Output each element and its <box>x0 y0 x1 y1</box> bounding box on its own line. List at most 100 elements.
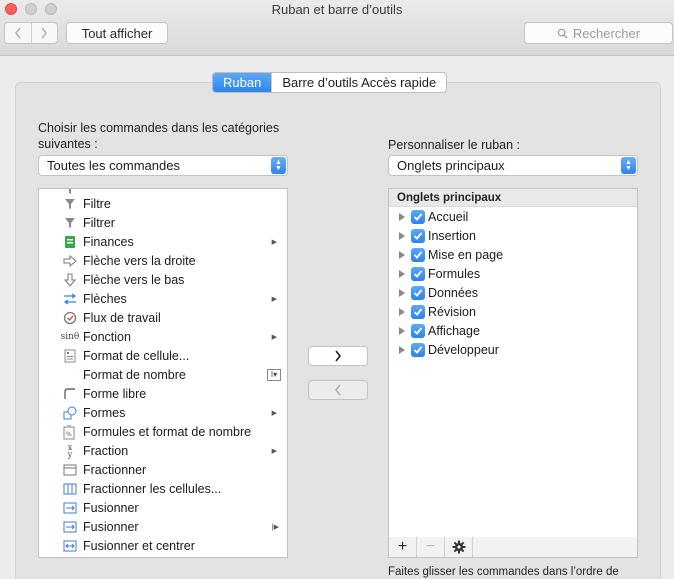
list-item-label: Fusionner <box>83 500 139 515</box>
left-popup-value: Toutes les commandes <box>47 158 180 173</box>
checkbox[interactable] <box>411 267 425 281</box>
search-icon <box>557 28 568 39</box>
list-item-label: Formes <box>83 405 126 420</box>
tree-item-mise-en-page[interactable]: Mise en page <box>389 246 637 265</box>
submenu-arrow-icon: ▶ <box>271 447 277 455</box>
disclosure-triangle-icon[interactable] <box>399 327 405 335</box>
list-item[interactable]: Format de cellule... <box>39 346 287 365</box>
add-tab-button[interactable]: + <box>389 537 417 557</box>
list-item-label: Finances <box>83 234 134 249</box>
shapes-icon <box>62 405 78 421</box>
checkbox[interactable] <box>411 324 425 338</box>
list-item[interactable]: Formes ▶ <box>39 403 287 422</box>
checkbox[interactable] <box>411 229 425 243</box>
tree-header: Onglets principaux <box>389 189 637 207</box>
disclosure-triangle-icon[interactable] <box>399 232 405 240</box>
list-item[interactable]: Flux de travail <box>39 308 287 327</box>
checkbox[interactable] <box>411 305 425 319</box>
list-item[interactable]: Finances ▶ <box>39 232 287 251</box>
checkbox[interactable] <box>411 210 425 224</box>
settings-button[interactable] <box>445 537 473 557</box>
list-item-label: Fusionner et centrer <box>83 538 195 553</box>
list-item[interactable]: Flèches ▶ <box>39 289 287 308</box>
finance-book-icon <box>62 234 78 250</box>
disclosure-triangle-icon[interactable] <box>399 308 405 316</box>
checkmark-icon <box>413 213 423 221</box>
remove-tab-button[interactable]: − <box>417 537 445 557</box>
disclosure-triangle-icon[interactable] <box>399 213 405 221</box>
tree-item-revision[interactable]: Révision <box>389 303 637 322</box>
tab-ruban[interactable]: Ruban <box>213 73 272 92</box>
list-item-label: Flèche vers le bas <box>83 272 185 287</box>
tree-item-label: Formules <box>428 267 481 281</box>
split-icon <box>62 462 78 478</box>
list-item[interactable]: % Formules et format de nombre <box>39 422 287 441</box>
list-item[interactable]: xy Fraction ▶ <box>39 441 287 460</box>
list-item-label: Flux de travail <box>83 310 161 325</box>
tree-item-developpeur[interactable]: Développeur <box>389 341 637 360</box>
list-item[interactable]: Fusionner et centrer <box>39 536 287 555</box>
list-item[interactable]: sinθ Fonction ▶ <box>39 327 287 346</box>
submenu-arrow-icon: |▶ <box>271 523 279 531</box>
list-item[interactable]: Forme libre <box>39 384 287 403</box>
list-item[interactable]: Format de nombre I▾ <box>39 365 287 384</box>
tree-item-donnees[interactable]: Données <box>389 284 637 303</box>
remove-command-button[interactable] <box>308 380 368 400</box>
list-item[interactable]: Fractionner <box>39 460 287 479</box>
submenu-arrow-icon: ▶ <box>271 295 277 303</box>
list-item-label: Filtrer <box>83 215 115 230</box>
popup-arrows-icon: ▲ ▼ <box>271 157 286 174</box>
right-tabs-popup[interactable]: Onglets principaux ▲ ▼ <box>388 155 638 176</box>
forward-button[interactable] <box>30 23 58 43</box>
back-button[interactable] <box>5 23 31 43</box>
checkbox[interactable] <box>411 343 425 357</box>
list-item[interactable]: Filtre <box>39 194 287 213</box>
split-cells-icon <box>62 481 78 497</box>
ribbon-tabs-tree[interactable]: Onglets principaux Accueil Insertion Mis… <box>388 188 638 538</box>
merge-icon <box>62 500 78 516</box>
window-title: Ruban et barre d’outils <box>271 2 403 17</box>
add-command-button[interactable] <box>308 346 368 366</box>
chevron-right-icon <box>41 27 48 39</box>
list-item-label: Flèches <box>83 291 127 306</box>
checkbox[interactable] <box>411 248 425 262</box>
disclosure-triangle-icon[interactable] <box>399 270 405 278</box>
tree-item-formules[interactable]: Formules <box>389 265 637 284</box>
back-forward-control <box>4 22 58 44</box>
disclosure-triangle-icon[interactable] <box>399 289 405 297</box>
show-all-button[interactable]: Tout afficher <box>66 22 168 44</box>
list-item[interactable]: Fractionner les cellules... <box>39 479 287 498</box>
arrows-icon <box>62 291 78 307</box>
search-field[interactable]: Rechercher <box>524 22 673 44</box>
list-item-label: Fusionner <box>83 519 139 534</box>
tree-item-label: Mise en page <box>428 248 504 262</box>
list-item[interactable]: Fusionner |▶ <box>39 517 287 536</box>
tree-item-affichage[interactable]: Affichage <box>389 322 637 341</box>
submenu-arrow-icon: ▶ <box>271 238 277 246</box>
paste-formula-icon: % <box>62 424 78 440</box>
disclosure-triangle-icon[interactable] <box>399 346 405 354</box>
tab-quick-access-toolbar[interactable]: Barre d’outils Accès rapide <box>271 73 446 92</box>
popup-arrows-icon: ▲ ▼ <box>621 157 636 174</box>
list-item-label: Formules et format de nombre <box>83 424 252 439</box>
list-item-label: Filtre <box>83 196 111 211</box>
chevron-left-icon <box>334 384 341 396</box>
merge-icon <box>62 519 78 535</box>
list-item[interactable]: Flèche vers le bas <box>39 270 287 289</box>
tree-item-insertion[interactable]: Insertion <box>389 227 637 246</box>
tree-item-accueil[interactable]: Accueil <box>389 208 637 227</box>
tree-item-label: Révision <box>428 305 476 319</box>
list-item-label: Fractionner <box>83 462 147 477</box>
gear-icon <box>452 540 465 554</box>
disclosure-triangle-icon[interactable] <box>399 251 405 259</box>
commands-list[interactable]: Filtre Filtrer Finances ▶ Flèche vers la… <box>38 188 288 558</box>
checkmark-icon <box>413 346 423 354</box>
list-item[interactable]: Fusionner <box>39 498 287 517</box>
left-category-popup[interactable]: Toutes les commandes ▲ ▼ <box>38 155 288 176</box>
tree-item-label: Affichage <box>428 324 480 338</box>
list-item[interactable]: Flèche vers la droite <box>39 251 287 270</box>
tree-item-label: Données <box>428 286 479 300</box>
checkbox[interactable] <box>411 286 425 300</box>
funnel-icon <box>62 215 78 231</box>
list-item[interactable]: Filtrer <box>39 213 287 232</box>
